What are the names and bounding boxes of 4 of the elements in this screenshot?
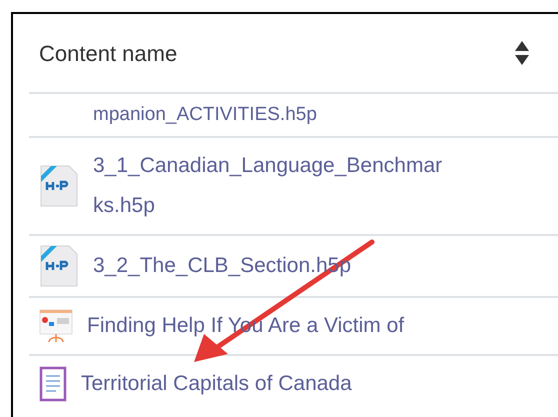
content-name-link[interactable]: 3_1_Canadian_Language_Benchmarks.h5p [93,146,445,226]
column-header[interactable]: Content name [29,36,514,70]
content-name-link[interactable]: Territorial Capitals of Canada [81,364,433,404]
content-name-link[interactable]: mpanion_ACTIVITIES.h5p [93,102,445,128]
